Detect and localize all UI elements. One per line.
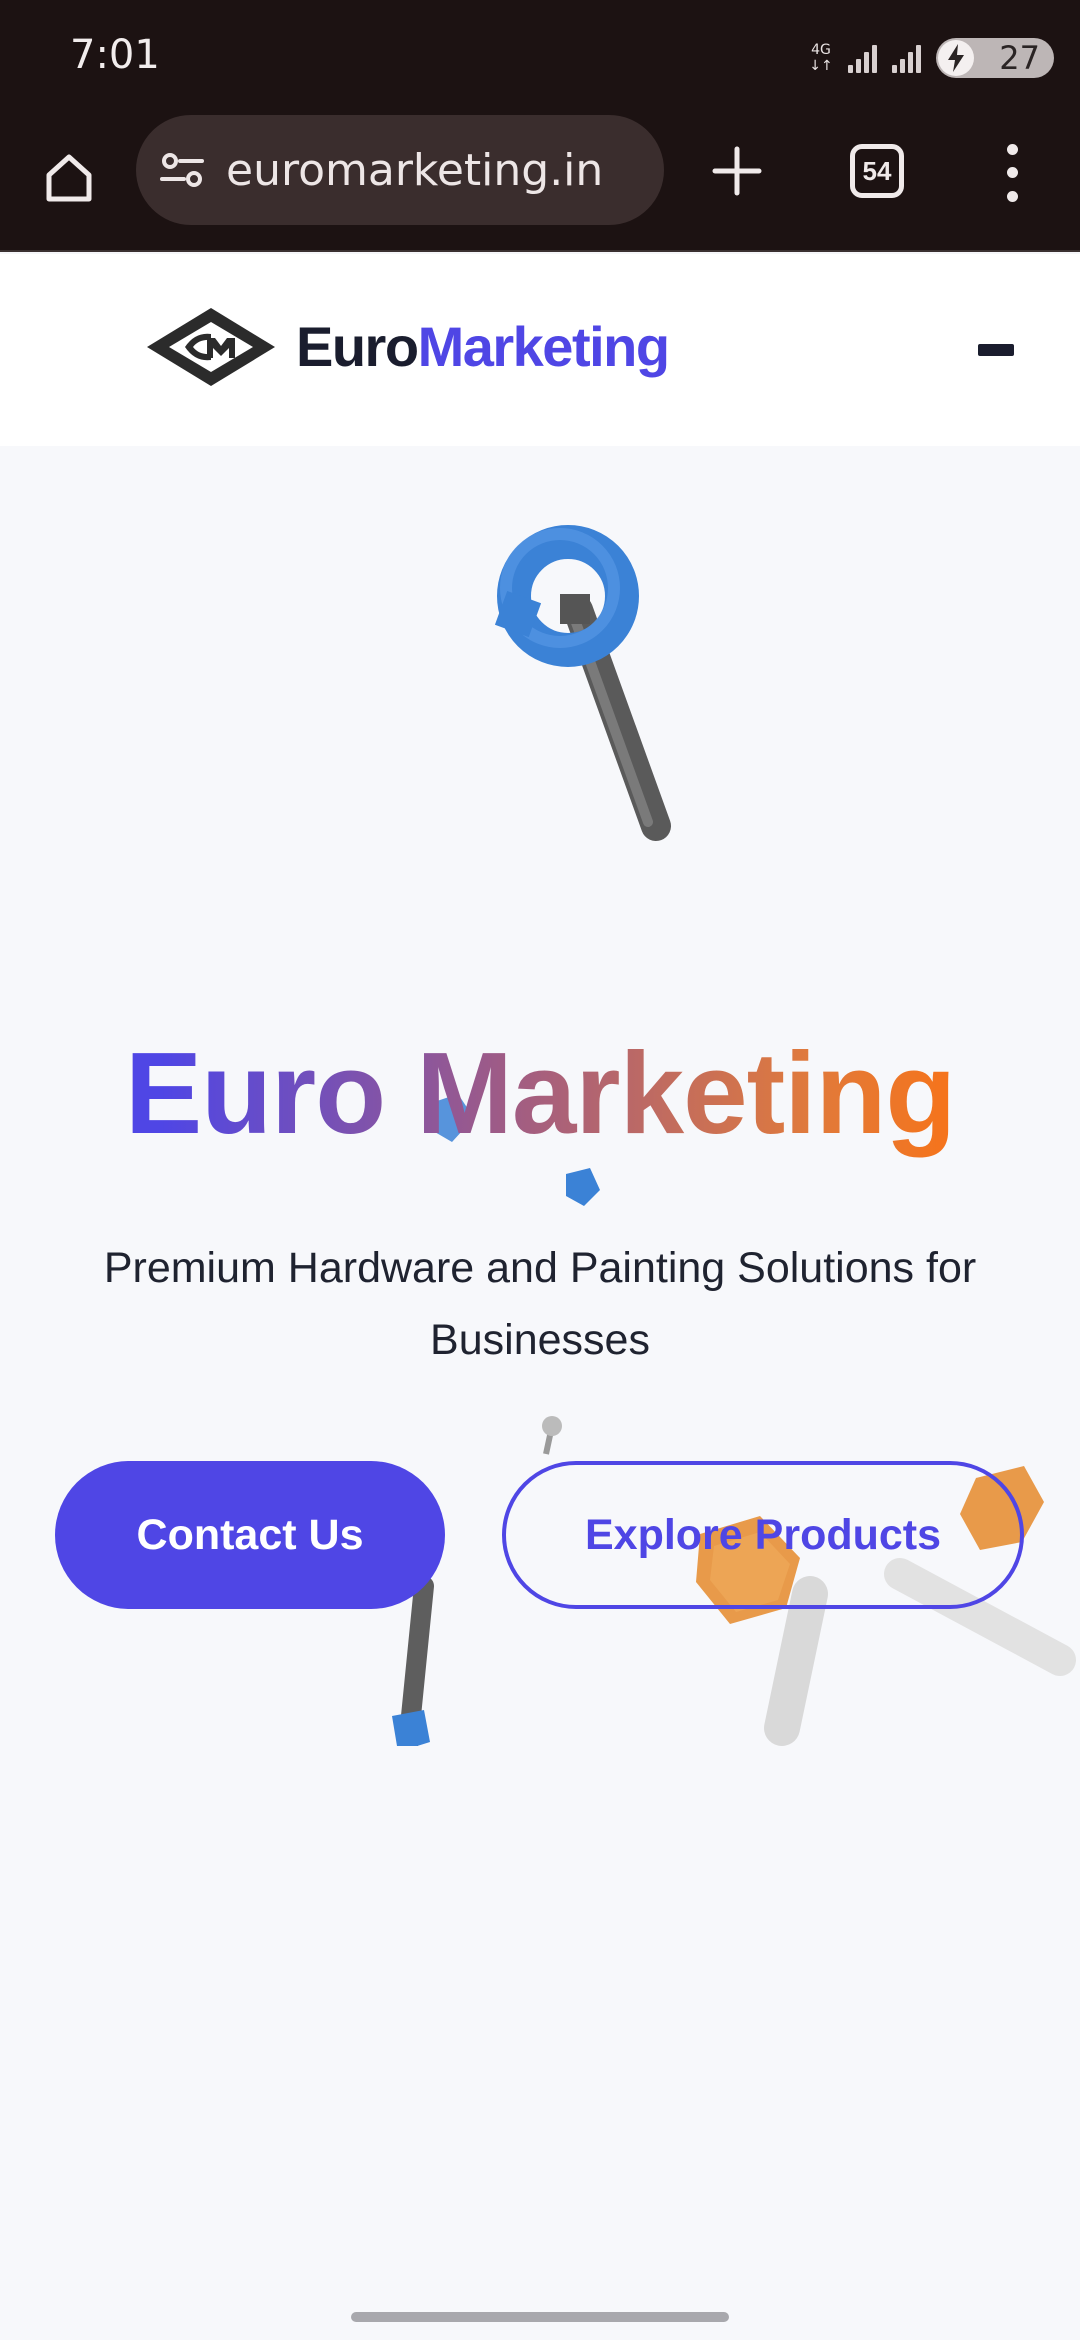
hero-title: Euro Marketing [0, 1026, 1080, 1160]
euromarketing-logo-icon[interactable] [145, 306, 277, 388]
browser-toolbar: euromarketing.in 54 [0, 112, 1080, 252]
battery-level: 27 [999, 39, 1040, 77]
status-time: 7:01 [70, 32, 160, 78]
url-text: euromarketing.in [226, 144, 604, 196]
menu-toggle-icon[interactable] [978, 344, 1014, 356]
eye-bolt-icon [494, 525, 671, 841]
brand-name[interactable]: EuroMarketing [296, 314, 670, 379]
signal-icon [848, 43, 882, 73]
new-tab-plus-icon[interactable] [700, 134, 774, 208]
battery-indicator: 27 [936, 38, 1054, 78]
status-icons: 4G ↓↑ 27 [804, 36, 1054, 80]
tiny-screw-icon [542, 1416, 562, 1455]
tab-switcher-icon[interactable]: 54 [850, 144, 904, 198]
hero-section: Euro Marketing Premium Hardware and Pain… [0, 446, 1080, 2340]
explore-products-button[interactable]: Explore Products [502, 1461, 1024, 1609]
home-icon[interactable] [34, 142, 104, 212]
hero-subtitle: Premium Hardware and Painting Solutions … [103, 1244, 977, 1364]
network-type: 4G ↓↑ [809, 42, 833, 74]
status-bar: 7:01 4G ↓↑ 27 [0, 0, 1080, 112]
site-settings-icon[interactable] [158, 146, 206, 194]
bolt-icon [392, 1576, 434, 1746]
charging-bolt-icon [938, 40, 974, 76]
more-vert-icon[interactable] [996, 138, 1028, 208]
contact-us-button[interactable]: Contact Us [55, 1461, 445, 1609]
signal-icon-2 [892, 43, 926, 73]
gesture-home-bar[interactable] [351, 2312, 729, 2322]
site-header: EuroMarketing [0, 254, 1080, 446]
address-bar[interactable]: euromarketing.in [136, 115, 664, 225]
